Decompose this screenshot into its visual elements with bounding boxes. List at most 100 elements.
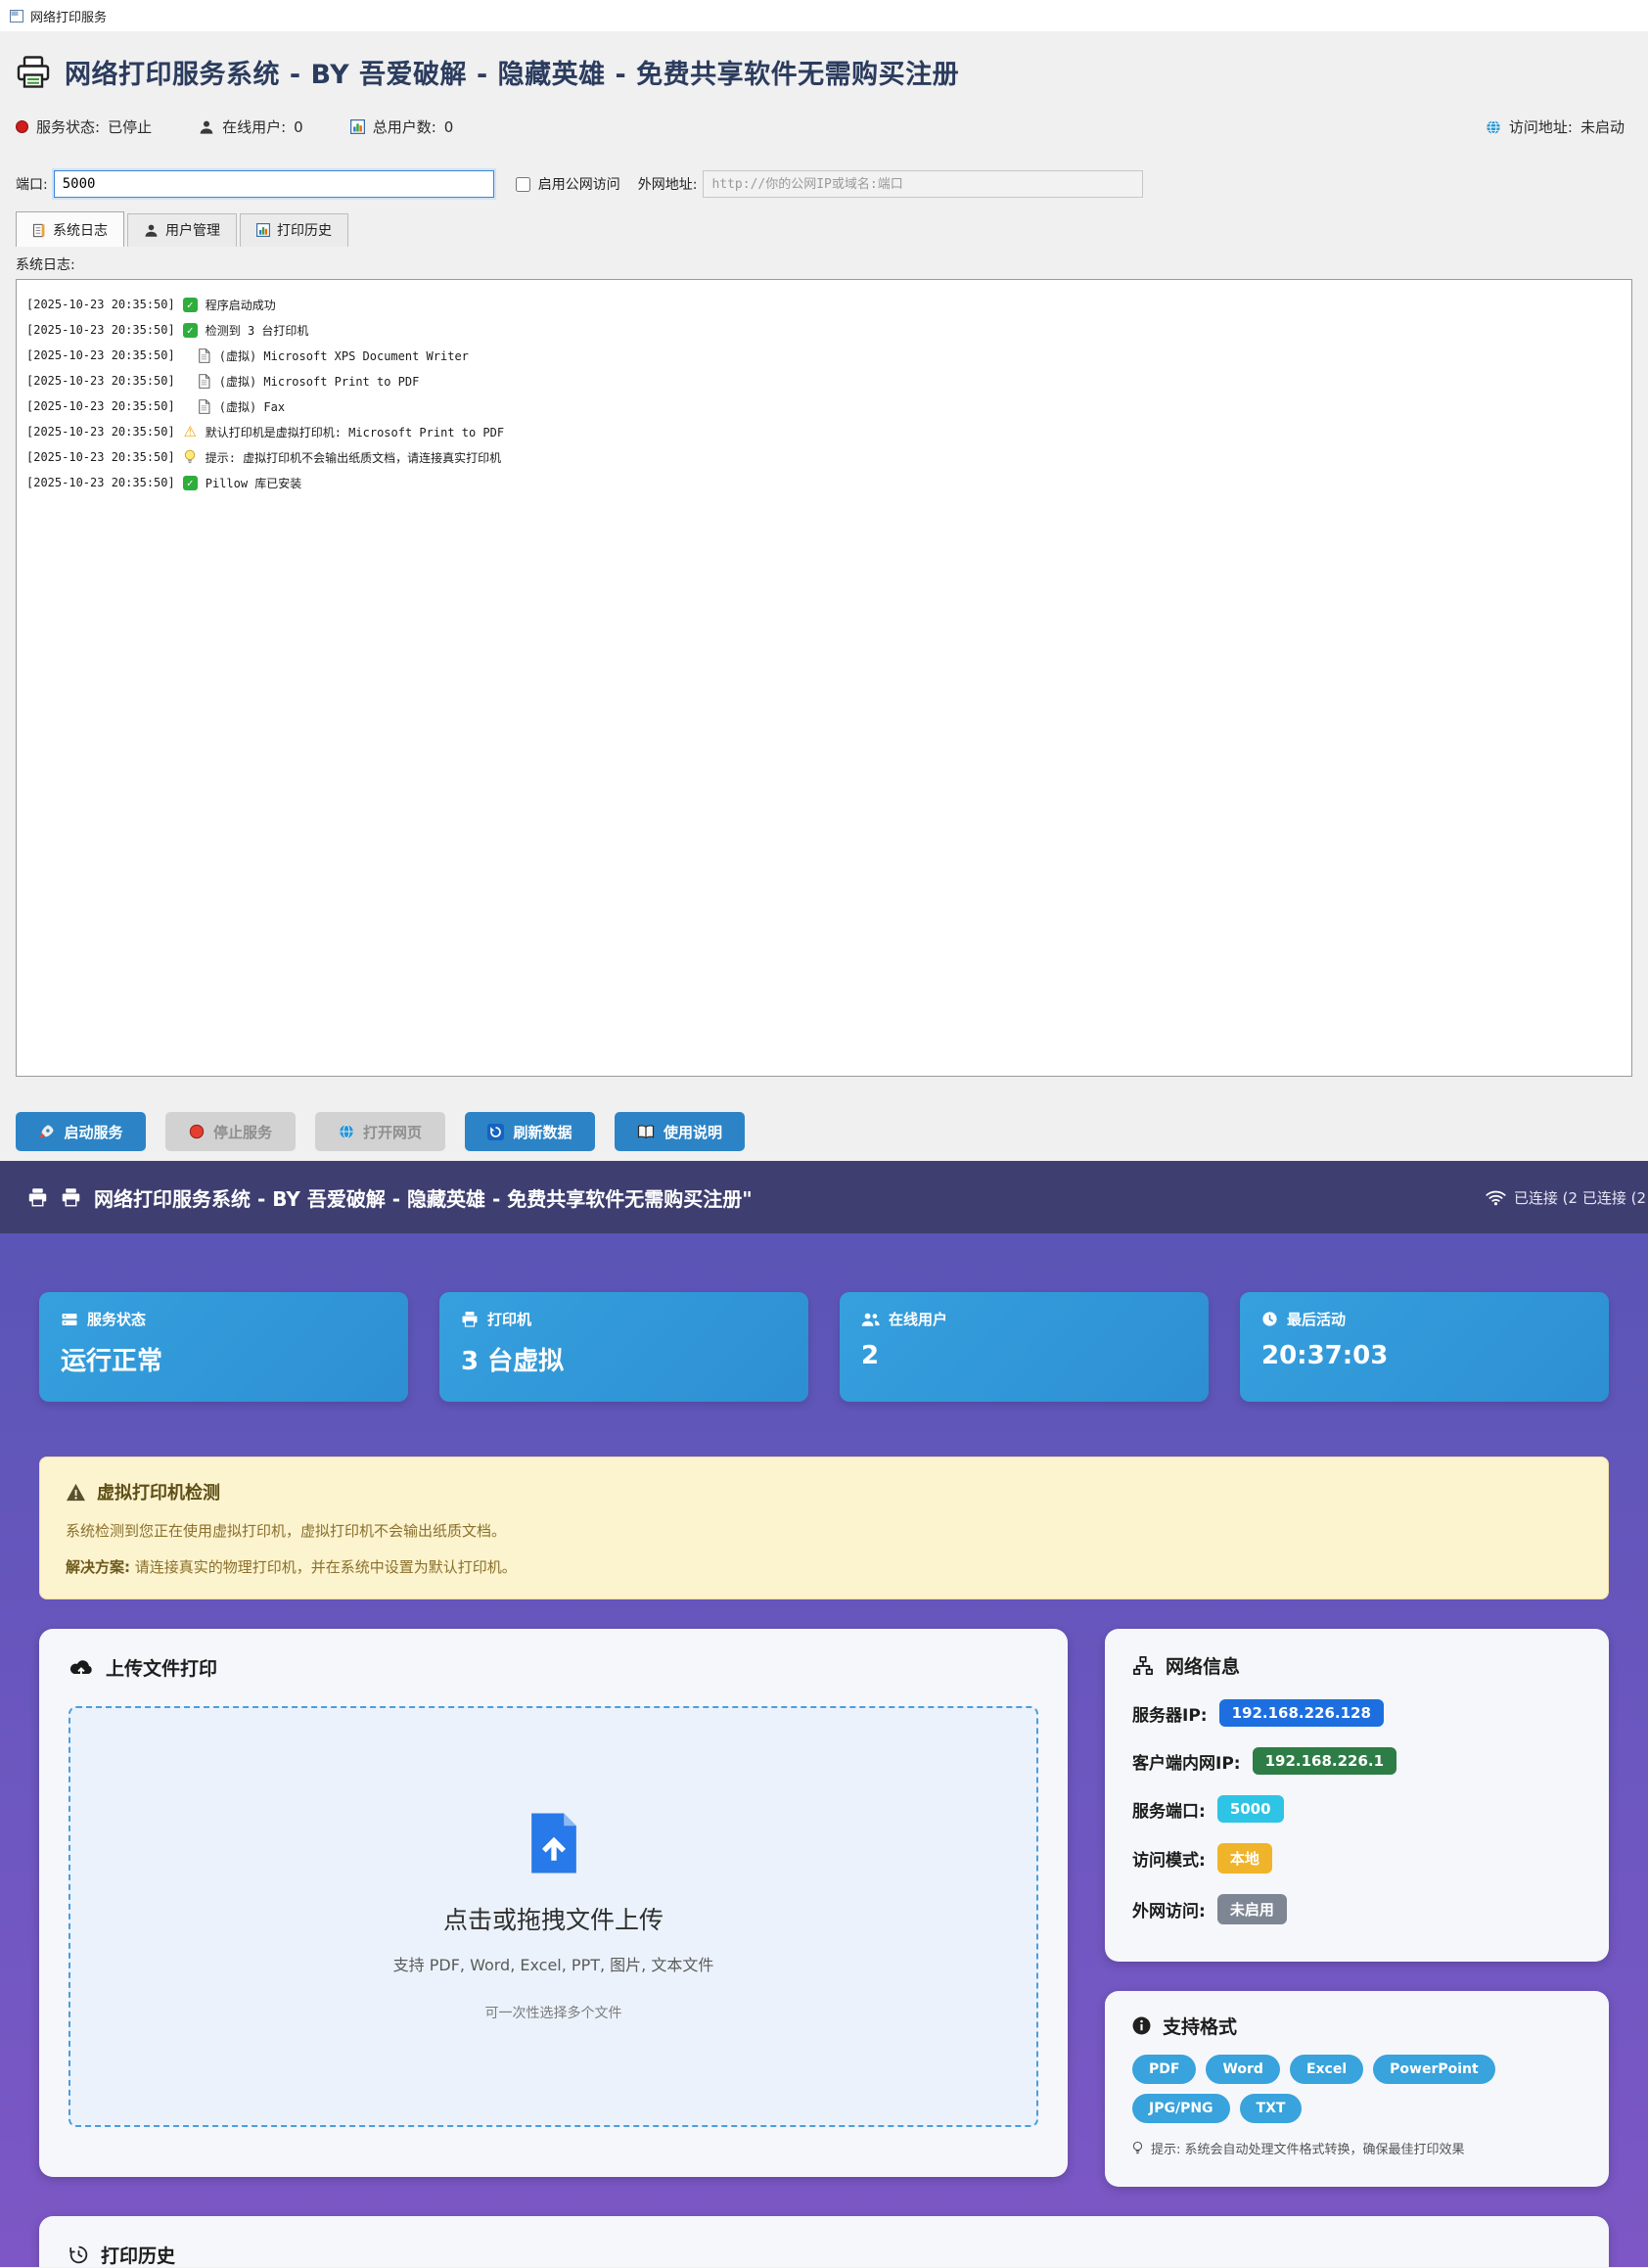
open-webpage-label: 打开网页 xyxy=(363,1122,422,1142)
warning-solution: 解决方案: 请连接真实的物理打印机，并在系统中设置为默认打印机。 xyxy=(66,1556,1582,1577)
printer-icon xyxy=(27,1187,48,1207)
network-row: 服务端口: 5000 xyxy=(1132,1795,1581,1823)
system-log-box[interactable]: [2025-10-23 20:35:50] ✓ 程序启动成功 [2025-10-… xyxy=(16,279,1632,1077)
format-pill: Excel xyxy=(1290,2055,1363,2084)
right-column: 网络信息 服务器IP: 192.168.226.128 客户端内网IP: 192… xyxy=(1105,1629,1609,2187)
user-icon xyxy=(199,119,214,135)
format-pill: JPG/PNG xyxy=(1132,2094,1230,2123)
stat-value: 2 xyxy=(861,1341,1187,1370)
stop-service-label: 停止服务 xyxy=(213,1122,272,1142)
page-title: 网络打印服务系统 - BY 吾爱破解 - 隐藏英雄 - 免费共享软件无需购买注册 xyxy=(65,53,959,91)
dropzone-main-text: 点击或拖拽文件上传 xyxy=(443,1901,664,1936)
refresh-data-label: 刷新数据 xyxy=(513,1122,572,1142)
network-icon xyxy=(1132,1656,1154,1676)
service-port-badge: 5000 xyxy=(1217,1795,1284,1823)
app-window: 网络打印服务 网络打印服务系统 - BY 吾爱破解 - 隐藏英雄 - 免费共享软… xyxy=(0,0,1648,1161)
tab-bar: 系统日志 用户管理 打印历史 xyxy=(16,211,1632,247)
stop-service-button[interactable]: 停止服务 xyxy=(165,1112,296,1151)
printer-icon xyxy=(461,1311,479,1327)
status-bar: 服务状态: 已停止 在线用户: 0 总用户数: 0 访问地址: 未启动 xyxy=(16,116,1632,137)
access-address-value: 未启动 xyxy=(1580,116,1625,137)
connection-status-text: 已连接 (2 已连接 (2 xyxy=(1514,1187,1646,1208)
file-dropzone[interactable]: 点击或拖拽文件上传 支持 PDF, Word, Excel, PPT, 图片, … xyxy=(69,1706,1038,2127)
stat-card-last-activity: 最后活动 20:37:03 xyxy=(1240,1292,1609,1402)
tab-user-management-label: 用户管理 xyxy=(165,220,220,240)
access-address-label: 访问地址: xyxy=(1509,116,1573,137)
online-users: 在线用户: 0 xyxy=(199,116,303,137)
service-port-label: 服务端口: xyxy=(1132,1797,1206,1822)
log-text: (虚拟) Microsoft XPS Document Writer xyxy=(219,347,469,364)
client-ip-badge: 192.168.226.1 xyxy=(1253,1747,1396,1775)
log-timestamp: [2025-10-23 20:35:50] xyxy=(26,374,175,388)
globe-icon xyxy=(1486,119,1501,135)
warning-line1: 系统检测到您正在使用虚拟打印机，虚拟打印机不会输出纸质文档。 xyxy=(66,1520,1582,1541)
stat-card-service-status: 服务状态 运行正常 xyxy=(39,1292,408,1402)
port-row: 端口: 启用公网访问 外网地址: xyxy=(16,170,1632,198)
refresh-data-button[interactable]: 刷新数据 xyxy=(465,1112,595,1151)
stat-card-printers: 打印机 3 台虚拟 xyxy=(439,1292,808,1402)
log-timestamp: [2025-10-23 20:35:50] xyxy=(26,425,175,439)
app-titlebar: 网络打印服务 xyxy=(0,0,1648,31)
format-tip: 提示: 系统会自动处理文件格式转换，确保最佳打印效果 xyxy=(1132,2139,1581,2157)
access-address: 访问地址: 未启动 xyxy=(1486,116,1625,137)
log-timestamp: [2025-10-23 20:35:50] xyxy=(26,399,175,413)
help-button[interactable]: 使用说明 xyxy=(615,1112,745,1151)
web-body: 服务状态 运行正常 打印机 3 台虚拟 在线用户 2 xyxy=(0,1233,1648,2267)
tab-system-log-label: 系统日志 xyxy=(53,220,108,240)
warning-title: 虚拟打印机检测 xyxy=(97,1479,220,1504)
wifi-icon xyxy=(1486,1189,1506,1206)
bulb-icon xyxy=(182,449,199,465)
log-text: 程序启动成功 xyxy=(206,297,276,313)
stat-label: 在线用户 xyxy=(889,1309,947,1329)
external-access-badge: 未启用 xyxy=(1217,1894,1287,1924)
port-input[interactable] xyxy=(54,170,494,198)
log-text: 检测到 3 台打印机 xyxy=(206,322,309,339)
network-row: 服务器IP: 192.168.226.128 xyxy=(1132,1699,1581,1727)
log-text: (虚拟) Microsoft Print to PDF xyxy=(219,373,420,390)
stop-icon xyxy=(189,1124,205,1139)
log-text: Pillow 库已安装 xyxy=(206,475,302,491)
info-icon xyxy=(1132,2016,1151,2035)
format-pill: TXT xyxy=(1240,2094,1303,2123)
virtual-printer-warning: 虚拟打印机检测 系统检测到您正在使用虚拟打印机，虚拟打印机不会输出纸质文档。 解… xyxy=(39,1457,1609,1599)
log-entry: [2025-10-23 20:35:50] ✓ 程序启动成功 xyxy=(26,292,1622,317)
app-body: 网络打印服务系统 - BY 吾爱破解 - 隐藏英雄 - 免费共享软件无需购买注册… xyxy=(0,31,1648,1161)
external-access-label: 外网访问: xyxy=(1132,1897,1206,1921)
stat-card-online-users: 在线用户 2 xyxy=(840,1292,1209,1402)
dropzone-note-text: 可一次性选择多个文件 xyxy=(485,2003,622,2022)
users-icon xyxy=(861,1311,880,1327)
upload-card: 上传文件打印 点击或拖拽文件上传 支持 PDF, Word, Excel, PP… xyxy=(39,1629,1068,2177)
stat-cards: 服务状态 运行正常 打印机 3 台虚拟 在线用户 2 xyxy=(39,1233,1609,1402)
log-entry: [2025-10-23 20:35:50] (虚拟) Microsoft XPS… xyxy=(26,343,1622,368)
online-users-label: 在线用户: xyxy=(222,116,286,137)
format-pill: PDF xyxy=(1132,2055,1196,2084)
public-access-checkbox[interactable] xyxy=(516,177,530,192)
port-label: 端口: xyxy=(16,174,48,194)
external-address-label: 外网地址: xyxy=(638,174,698,194)
upload-title: 上传文件打印 xyxy=(106,1654,217,1681)
access-mode-label: 访问模式: xyxy=(1132,1846,1206,1871)
tab-user-management[interactable]: 用户管理 xyxy=(127,213,237,247)
refresh-icon xyxy=(487,1124,504,1140)
network-row: 访问模式: 本地 xyxy=(1132,1843,1581,1874)
document-icon xyxy=(196,374,212,389)
access-mode-badge: 本地 xyxy=(1217,1843,1272,1874)
stat-value: 3 台虚拟 xyxy=(461,1341,787,1377)
tab-system-log[interactable]: 系统日志 xyxy=(16,211,124,247)
external-address-input[interactable] xyxy=(703,170,1143,198)
start-service-button[interactable]: 启动服务 xyxy=(16,1112,146,1151)
log-entry: [2025-10-23 20:35:50] ⚠ 默认打印机是虚拟打印机: Mic… xyxy=(26,419,1622,444)
button-row: 启动服务 停止服务 打开网页 刷新数据 使用说明 xyxy=(16,1112,1632,1161)
log-timestamp: [2025-10-23 20:35:50] xyxy=(26,323,175,337)
app-header: 网络打印服务系统 - BY 吾爱破解 - 隐藏英雄 - 免费共享软件无需购买注册 xyxy=(16,31,1632,91)
server-icon xyxy=(61,1311,78,1328)
log-timestamp: [2025-10-23 20:35:50] xyxy=(26,450,175,464)
stat-label: 最后活动 xyxy=(1287,1309,1346,1329)
globe-icon xyxy=(339,1124,354,1139)
tab-print-history[interactable]: 打印历史 xyxy=(240,213,348,247)
web-header: 网络打印服务系统 - BY 吾爱破解 - 隐藏英雄 - 免费共享软件无需购买注册… xyxy=(0,1161,1648,1233)
stat-value: 运行正常 xyxy=(61,1341,387,1377)
warning-solution-label: 解决方案: xyxy=(66,1558,130,1576)
check-icon: ✓ xyxy=(182,298,199,312)
open-webpage-button[interactable]: 打开网页 xyxy=(315,1112,445,1151)
